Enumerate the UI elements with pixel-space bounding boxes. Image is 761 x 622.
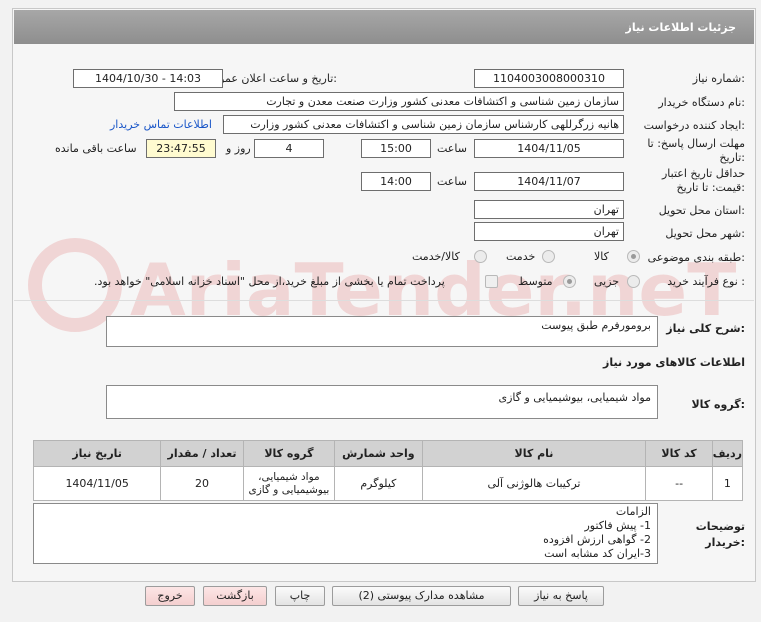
category-radio-service[interactable] [542,250,555,263]
note-line: الزامات [615,505,651,518]
validity-date-field: 1404/11/07 [474,172,624,191]
cell-qty: 20 [160,466,244,501]
table-row[interactable]: 1 -- ترکیبات هالوژنی آلی کیلوگرم مواد شی… [32,466,744,501]
cell-group: مواد شیمیایی، بیوشیمیایی و گازی [242,466,336,501]
announce-label: تاریخ و ساعت اعلان عمومی: [204,72,337,85]
cell-row: 1 [711,466,744,501]
deadline-date-field: 1404/11/05 [474,139,624,158]
goods-table: ردیف کد کالا نام کالا واحد شمارش گروه کا… [32,440,744,501]
province-label: استان محل تحویل: [658,204,745,217]
col-unit: واحد شمارش [334,440,423,467]
city-label: شهر محل تحویل: [665,227,745,240]
print-button[interactable]: چاپ [275,586,325,606]
back-button[interactable]: بازگشت [203,586,267,606]
col-code: کد کالا [645,440,713,467]
cell-date: 1404/11/05 [32,466,162,501]
table-header-row: ردیف کد کالا نام کالا واحد شمارش گروه کا… [32,440,744,467]
col-row: ردیف [711,440,744,467]
category-service-text: خدمت [506,250,536,263]
days-field: 4 [254,139,324,158]
description-text: برومورفرم طبق پیوست [541,319,651,332]
view-attachments-button[interactable]: مشاهده مدارک پیوستی (2) [332,586,511,606]
header-bar: جزئیات اطلاعات نیاز [14,10,754,44]
remaining-label: ساعت باقی مانده [55,142,137,155]
buyer-notes-field: الزامات 1- پیش فاکتور 2- گواهی ارزش افزو… [33,503,658,564]
process-radio-medium[interactable] [563,275,576,288]
col-qty: تعداد / مقدار [160,440,244,467]
cell-unit: کیلوگرم [334,466,423,501]
col-date: تاریخ نیاز [32,440,162,467]
col-group: گروه کالا [242,440,336,467]
divider [14,300,754,301]
page-title: جزئیات اطلاعات نیاز [625,21,737,34]
description-field: برومورفرم طبق پیوست [106,316,658,347]
payment-note: پرداخت تمام یا بخشی از مبلغ خرید،از محل … [94,275,445,288]
deadline-label-2: تاریخ: [719,151,745,164]
buyer-notes-label-2: خریدار: [705,536,745,549]
deadline-time-field: 15:00 [361,139,431,158]
note-line: 1- پیش فاکتور [584,519,651,532]
announce-field: 1404/10/30 - 14:03 [73,69,223,88]
process-minor-text: جزیی [594,275,620,288]
reply-button[interactable]: پاسخ به نیاز [518,586,604,606]
exit-button[interactable]: خروج [145,586,195,606]
contact-buyer-link[interactable]: اطلاعات تماس خریدار [110,118,212,131]
col-name: نام کالا [421,440,647,467]
creator-field: هانیه زرگرللهی کارشناس سازمان زمین شناسی… [223,115,624,134]
validity-time-label: ساعت [437,175,467,188]
creator-label: ایجاد کننده درخواست: [643,119,745,132]
validity-time-field: 14:00 [361,172,431,191]
cell-name: ترکیبات هالوژنی آلی [421,466,647,501]
payment-checkbox[interactable] [485,275,498,288]
process-medium-text: متوسط [518,275,553,288]
category-radio-both[interactable] [474,250,487,263]
buyer-notes-label: توضیحات [695,520,745,533]
need-number-field: 1104003008000310 [474,69,624,88]
remaining-time-field: 23:47:55 [146,139,216,158]
province-field: تهران [474,200,624,219]
category-label: طبقه بندی موضوعی: [647,251,745,264]
city-field: تهران [474,222,624,241]
buyer-org-field: سازمان زمین شناسی و اکتشافات معدنی کشور … [174,92,624,111]
validity-label-2: قیمت: تا تاریخ: [676,181,745,194]
category-both-text: کالا/خدمت [412,250,460,263]
validity-label: حداقل تاریخ اعتبار [661,167,745,180]
process-label: نوع فرآیند خرید : [667,275,745,288]
deadline-label: مهلت ارسال پاسخ: تا [647,137,745,150]
cell-code: -- [645,466,713,501]
goods-group-field: مواد شیمیایی، بیوشیمیایی و گازی [106,385,658,419]
note-line: 3-ایران کد مشابه است [544,547,651,560]
deadline-time-label: ساعت [437,142,467,155]
goods-group-text: مواد شیمیایی، بیوشیمیایی و گازی [498,391,651,404]
buyer-org-label: نام دستگاه خریدار: [658,96,745,109]
days-label: روز و [226,142,251,155]
category-radio-goods[interactable] [627,250,640,263]
note-line: 2- گواهی ارزش افزوده [543,533,651,546]
need-number-label: شماره نیاز: [692,72,745,85]
description-label: شرح کلی نیاز: [666,322,745,335]
category-goods-text: کالا [594,250,609,263]
process-radio-minor[interactable] [627,275,640,288]
goods-section-title: اطلاعات کالاهای مورد نیاز [603,356,745,369]
goods-group-label: گروه کالا: [691,398,745,411]
